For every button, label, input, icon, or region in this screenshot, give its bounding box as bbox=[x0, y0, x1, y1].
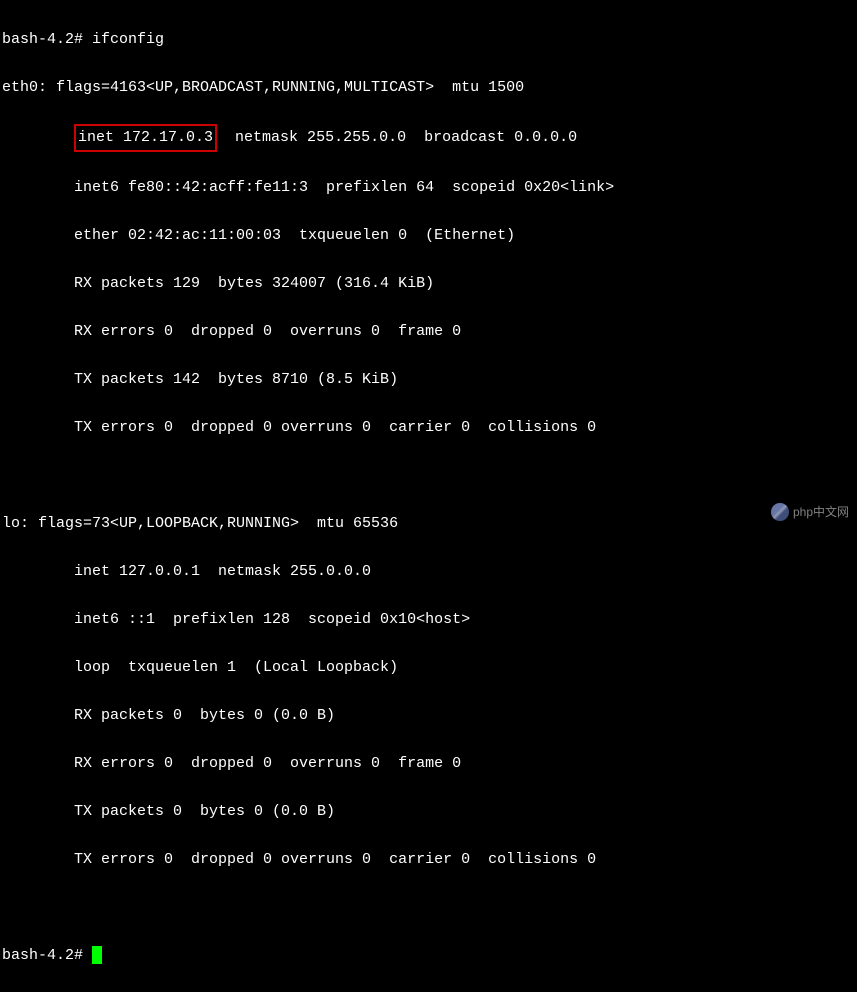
lo-header: lo: flags=73<UP,LOOPBACK,RUNNING> mtu 65… bbox=[2, 512, 855, 536]
eth0-inet-rest: netmask 255.255.0.0 broadcast 0.0.0.0 bbox=[217, 129, 577, 146]
eth0-rx-errors: RX errors 0 dropped 0 overruns 0 frame 0 bbox=[2, 320, 855, 344]
blank-line bbox=[2, 464, 855, 488]
lo-tx-errors: TX errors 0 dropped 0 overruns 0 carrier… bbox=[2, 848, 855, 872]
lo-inet: inet 127.0.0.1 netmask 255.0.0.0 bbox=[2, 560, 855, 584]
eth0-tx-packets: TX packets 142 bytes 8710 (8.5 KiB) bbox=[2, 368, 855, 392]
watermark: php中文网 bbox=[771, 503, 849, 522]
command-line: bash-4.2# ifconfig bbox=[2, 28, 855, 52]
eth0-rx-packets: RX packets 129 bytes 324007 (316.4 KiB) bbox=[2, 272, 855, 296]
lo-tx-packets: TX packets 0 bytes 0 (0.0 B) bbox=[2, 800, 855, 824]
prompt-line[interactable]: bash-4.2# bbox=[2, 944, 855, 968]
lo-rx-errors: RX errors 0 dropped 0 overruns 0 frame 0 bbox=[2, 752, 855, 776]
terminal-output[interactable]: bash-4.2# ifconfig eth0: flags=4163<UP,B… bbox=[2, 4, 855, 992]
watermark-text: php中文网 bbox=[793, 503, 849, 522]
eth0-header: eth0: flags=4163<UP,BROADCAST,RUNNING,MU… bbox=[2, 76, 855, 100]
prompt: bash-4.2# bbox=[2, 31, 92, 48]
highlighted-inet: inet 172.17.0.3 bbox=[74, 124, 217, 152]
blank-line-2 bbox=[2, 896, 855, 920]
lo-loop: loop txqueuelen 1 (Local Loopback) bbox=[2, 656, 855, 680]
cursor-icon bbox=[92, 946, 102, 964]
prompt: bash-4.2# bbox=[2, 947, 92, 964]
lo-inet6: inet6 ::1 prefixlen 128 scopeid 0x10<hos… bbox=[2, 608, 855, 632]
eth0-inet-line: inet 172.17.0.3 netmask 255.255.0.0 broa… bbox=[2, 124, 855, 152]
command-text: ifconfig bbox=[92, 31, 164, 48]
eth0-tx-errors: TX errors 0 dropped 0 overruns 0 carrier… bbox=[2, 416, 855, 440]
eth0-inet6: inet6 fe80::42:acff:fe11:3 prefixlen 64 … bbox=[2, 176, 855, 200]
eth0-ether: ether 02:42:ac:11:00:03 txqueuelen 0 (Et… bbox=[2, 224, 855, 248]
lo-rx-packets: RX packets 0 bytes 0 (0.0 B) bbox=[2, 704, 855, 728]
php-logo-icon bbox=[771, 503, 789, 521]
